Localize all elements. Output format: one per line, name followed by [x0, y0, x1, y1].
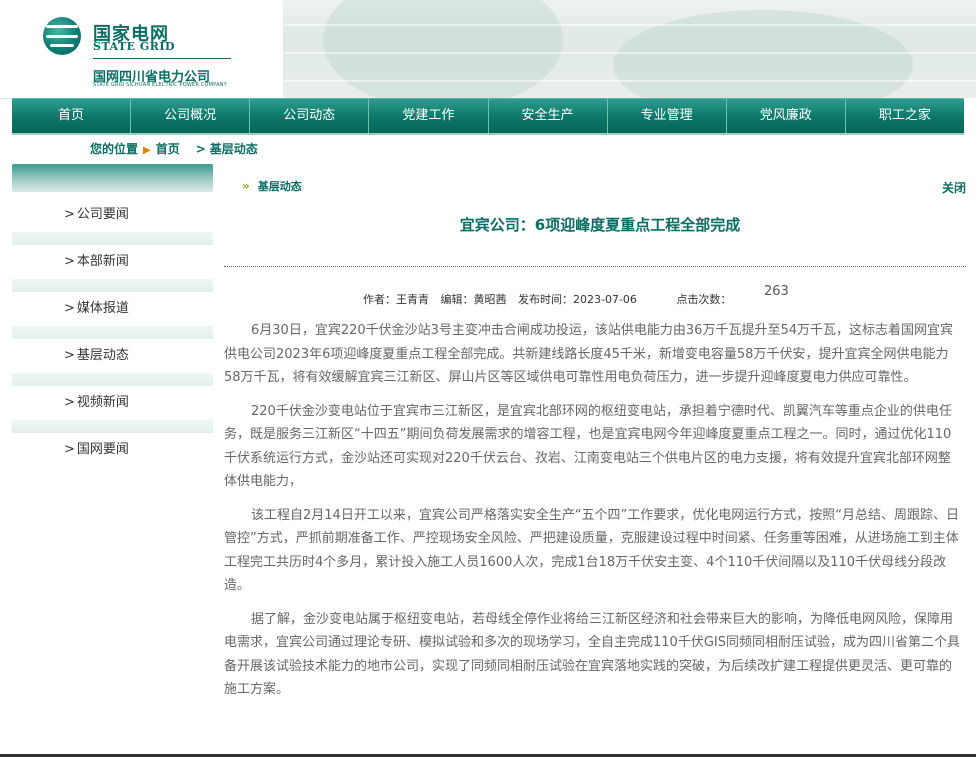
breadcrumb-current[interactable]: 基层动态 — [210, 140, 258, 157]
header-banner — [283, 0, 976, 98]
brand-name-en: STATE GRID — [93, 40, 176, 53]
nav-item-integrity[interactable]: 党风廉政 — [727, 99, 846, 133]
article-date: 发布时间：2023-07-06 — [518, 293, 637, 306]
sidebar-divider — [12, 420, 213, 433]
double-chevron-icon: » — [242, 179, 250, 193]
article-panel: » 基层动态 关闭 宜宾公司：6项迎峰度夏重点工程全部完成 作者：王青青 编辑：黄… — [224, 164, 976, 757]
sidebar-item-grassroots[interactable]: > 基层动态 — [12, 339, 213, 373]
chevron-right-icon: > — [64, 207, 75, 222]
nav-item-safety[interactable]: 安全生产 — [489, 99, 608, 133]
state-grid-logo-icon — [43, 17, 81, 55]
chevron-right-icon: > — [64, 254, 75, 269]
sidebar-item-label: 公司要闻 — [76, 207, 129, 222]
breadcrumb-home[interactable]: 首页 — [156, 140, 180, 157]
site-header: 国家电网 STATE GRID 国网四川省电力公司 STATE GRID SIC… — [0, 0, 976, 99]
article-paragraph: 该工程自2月14日开工以来，宜宾公司严格落实安全生产“五个四”工作要求，优化电网… — [224, 507, 960, 594]
sidebar-divider — [12, 279, 213, 292]
sidebar: > 公司要闻 > 本部新闻 > 媒体报道 > 基层动态 > 视频新闻 > 国网要闻 — [12, 164, 213, 757]
nav-item-company-overview[interactable]: 公司概况 — [131, 99, 251, 133]
sidebar-item-sgcc-news[interactable]: > 国网要闻 — [12, 433, 213, 467]
brand-divider — [93, 58, 231, 59]
nav-item-party-building[interactable]: 党建工作 — [369, 99, 489, 133]
article-body: 6月30日，宜宾220千伏金沙站3号主变冲击合闸成功投运，该站供电能力由36万千… — [224, 319, 962, 712]
article-author: 作者：王青青 — [363, 293, 429, 306]
chevron-right-icon: > — [64, 395, 75, 410]
chevron-right-icon: > — [64, 348, 75, 363]
sidebar-divider — [12, 232, 213, 245]
logo-area[interactable]: 国家电网 STATE GRID 国网四川省电力公司 STATE GRID SIC… — [0, 0, 290, 99]
nav-item-staff-home[interactable]: 职工之家 — [846, 99, 964, 133]
main-nav: 首页 公司概况 公司动态 党建工作 安全生产 专业管理 党风廉政 职工之家 — [12, 98, 964, 135]
breadcrumb-label: 您的位置 — [90, 142, 139, 156]
sidebar-header — [12, 164, 213, 192]
click-count: 263 — [764, 284, 789, 299]
sidebar-item-label: 媒体报道 — [76, 301, 129, 316]
article-editor: 编辑：黄昭茜 — [440, 293, 507, 306]
nav-item-home[interactable]: 首页 — [12, 99, 132, 133]
sidebar-item-label: 基层动态 — [76, 348, 129, 363]
sidebar-divider — [12, 326, 213, 339]
sidebar-item-label: 国网要闻 — [76, 442, 129, 457]
breadcrumb: 您的位置 ▶ 首页 > 基层动态 — [90, 140, 258, 157]
article-title: 宜宾公司：6项迎峰度夏重点工程全部完成 — [459, 216, 741, 234]
article-paragraph: 6月30日，宜宾220千伏金沙站3号主变冲击合闸成功投运，该站供电能力由36万千… — [224, 323, 953, 385]
article-paragraph: 据了解，金沙变电站属于枢纽变电站，若母线全停作业将给三江新区经济和社会带来巨大的… — [224, 611, 960, 698]
article-meta: 作者：王青青 编辑：黄昭茜 发布时间：2023-07-06 点击次数： 263 — [363, 284, 789, 307]
chevron-right-icon: > — [64, 442, 75, 457]
sidebar-item-label: 视频新闻 — [76, 395, 129, 410]
click-count-label: 点击次数： — [676, 293, 732, 306]
title-divider — [224, 266, 966, 267]
sidebar-item-label: 本部新闻 — [76, 254, 129, 269]
chevron-right-icon: > — [195, 142, 206, 156]
section-title: » 基层动态 — [242, 178, 302, 194]
sidebar-divider — [12, 373, 213, 386]
triangle-right-icon: ▶ — [143, 145, 151, 156]
sidebar-item-media[interactable]: > 媒体报道 — [12, 292, 213, 326]
nav-item-management[interactable]: 专业管理 — [608, 99, 727, 133]
chevron-right-icon: > — [64, 301, 75, 316]
close-link[interactable]: 关闭 — [942, 179, 966, 196]
article-paragraph: 220千伏金沙变电站位于宜宾市三江新区，是宜宾北部环网的枢纽变电站，承担着宁德时… — [224, 403, 952, 490]
sidebar-item-video[interactable]: > 视频新闻 — [12, 386, 213, 420]
nav-item-company-news[interactable]: 公司动态 — [250, 99, 370, 133]
section-title-text: 基层动态 — [257, 180, 302, 193]
company-name-en: STATE GRID SICHUAN ELECTRIC POWER COMPAN… — [93, 82, 227, 88]
sidebar-item-hq-news[interactable]: > 本部新闻 — [12, 245, 213, 279]
sidebar-item-company-news[interactable]: > 公司要闻 — [12, 198, 213, 232]
